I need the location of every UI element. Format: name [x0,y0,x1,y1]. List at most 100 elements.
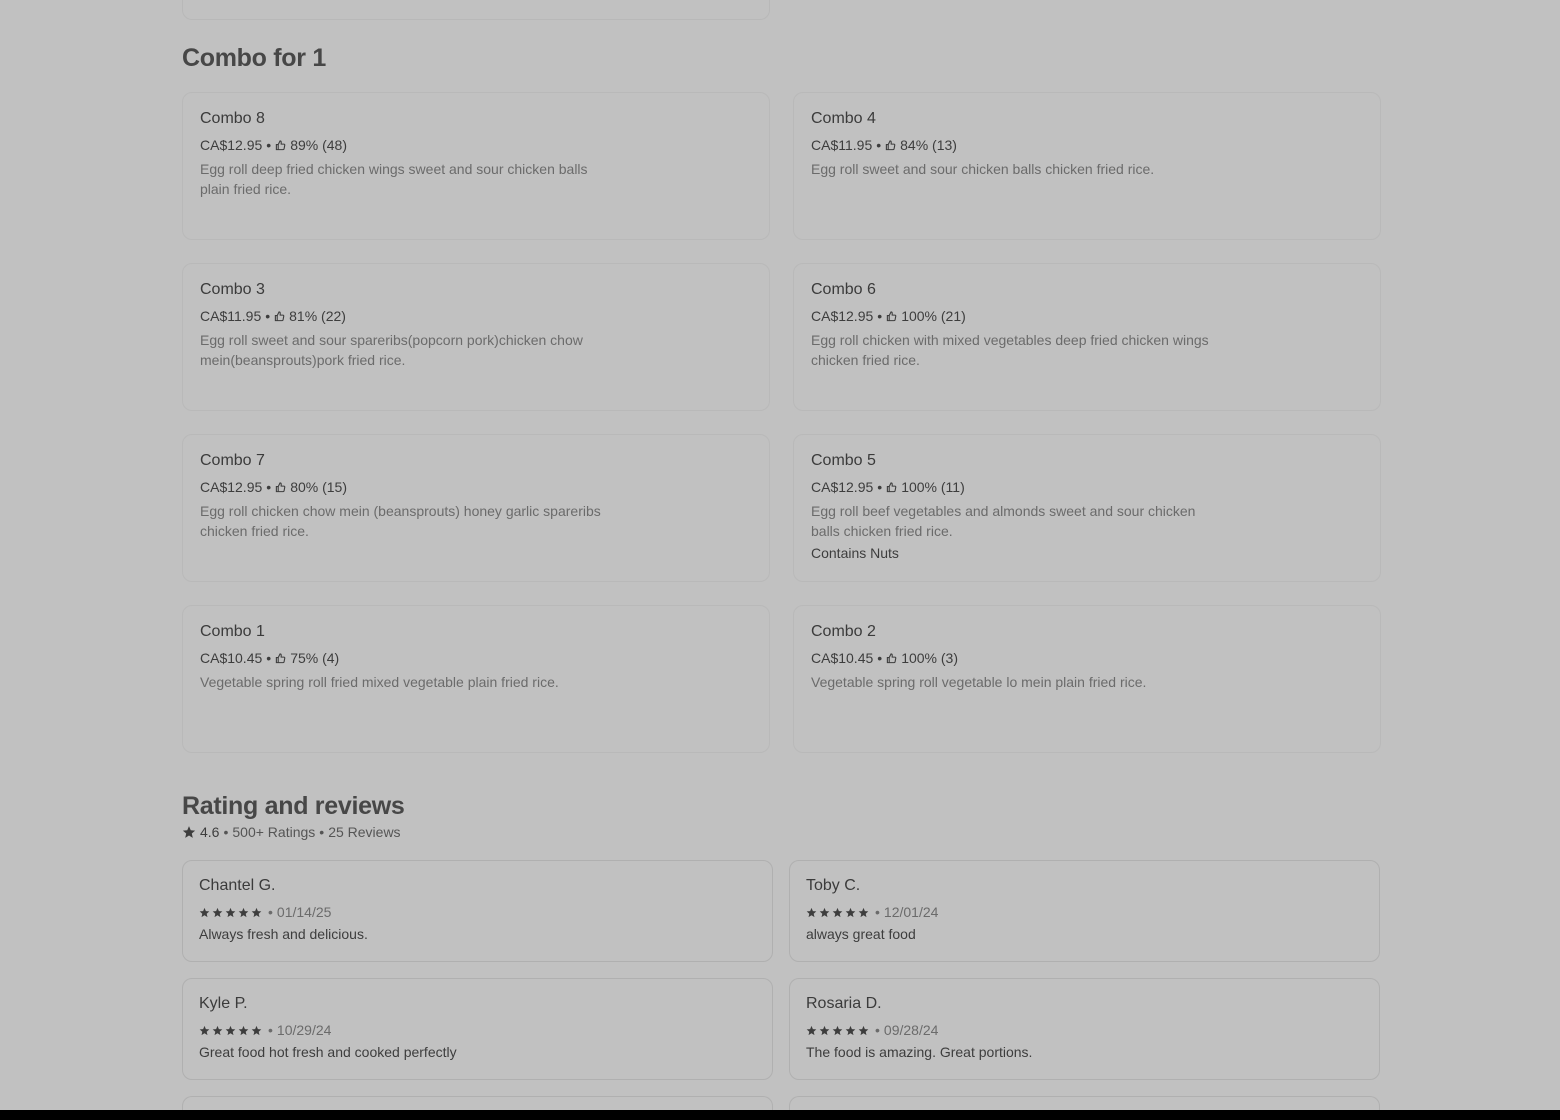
star-icon [845,907,856,917]
star-icon [182,826,196,838]
separator: • [876,137,882,153]
separator: • [319,824,325,840]
star-icon [832,1025,843,1035]
star-icon [819,907,830,917]
separator: • [875,1022,880,1038]
menu-item-name: Combo 6 [811,281,876,298]
menu-item-card[interactable]: Combo 5 CA$12.95 • 100% (11) Egg roll beef v… [793,434,1381,582]
menu-item-price: CA$12.95 [811,308,874,324]
separator: • [877,650,883,666]
star-icon [819,1025,830,1035]
star-icon [832,907,843,917]
thumbs-up-icon [885,139,896,150]
menu-item-meta: CA$11.95 • 84% (13) [811,135,1364,155]
menu-item-rating: 84% (13) [900,137,957,153]
separator: • [875,904,880,920]
bottom-edge [0,1110,1560,1120]
review-date: 10/29/24 [276,1022,332,1038]
review-stars: • 12/01/24 [806,902,1363,922]
star-icon [212,1025,223,1035]
menu-item-price: CA$11.95 [200,308,262,324]
menu-item-price: CA$11.95 [811,137,873,153]
separator: • [268,904,273,920]
review-date: 09/28/24 [883,1022,939,1038]
menu-item-price: CA$12.95 [200,479,263,495]
separator: • [877,308,883,324]
star-icon [806,1025,817,1035]
menu-item-description: Egg roll sweet and sour chicken balls ch… [811,161,1155,177]
star-icon [238,1025,249,1035]
review-stars: • 09/28/24 [806,1020,1363,1040]
star-icon [858,1025,869,1035]
star-icon [238,907,249,917]
star-icon [858,907,869,917]
menu-item-rating: 100% (11) [901,479,965,495]
thumbs-up-icon [887,481,897,492]
menu-item-name: Combo 4 [811,110,876,127]
menu-item-rating: 75% (4) [290,650,340,666]
separator: • [877,479,883,495]
separator: • [223,824,229,840]
menu-item-meta: CA$10.45 • 75% (4) [200,648,753,668]
menu-item-name: Combo 7 [200,452,265,469]
menu-item-tag: Contains Nuts [811,545,899,561]
menu-item-description: Egg roll beef vegetables and almonds swe… [811,503,1196,539]
menu-item-price: CA$10.45 [200,650,263,666]
review-author: Toby C. [806,877,861,894]
menu-item-card[interactable]: Combo 8 CA$12.95 • 89% (48) Egg roll deep fr… [182,92,770,240]
menu-item-card[interactable]: Combo 4 CA$11.95 • 84% (13) Egg roll sweet a… [793,92,1381,240]
menu-item-price: CA$12.95 [811,479,874,495]
review-card[interactable]: Kyle P. • 10/29/24 Great food hot fresh and… [182,978,773,1080]
review-author: Kyle P. [199,995,248,1012]
star-icon [845,1025,856,1035]
rating-score: 4.6 [200,824,220,840]
menu-item-card[interactable]: Combo 1 CA$10.45 • 75% (4) Vegetable spring … [182,605,770,753]
menu-item-meta: CA$12.95 • 89% (48) [200,135,753,155]
star-icon [225,1025,236,1035]
review-stars: • 01/14/25 [199,902,756,922]
star-icon [251,1025,262,1035]
review-card[interactable]: Chantel G. • 01/14/25 Always fresh and deli… [182,860,773,962]
menu-item-price: CA$12.95 [200,137,263,153]
menu-item-description: Egg roll chicken chow mein (beansprouts)… [200,503,601,539]
thumbs-up-icon [887,310,897,321]
star-icon [806,907,817,917]
thumbs-up-icon [276,652,286,663]
menu-item-meta: CA$11.95 • 81% (22) [200,306,753,326]
menu-item-card[interactable]: Combo 7 CA$12.95 • 80% (15) Egg roll chicken… [182,434,770,582]
review-text: always great food [806,926,916,942]
ratings-count: 500+ Ratings [232,824,316,840]
combo-section-title: Combo for 1 [182,44,326,72]
thumbs-up-icon [274,310,285,321]
menu-item-description: Vegetable spring roll vegetable lo mein … [811,674,1147,690]
review-card[interactable]: Rosaria D. • 09/28/24 The food is amazing. … [789,978,1380,1080]
review-date: 01/14/25 [276,904,332,920]
thumbs-up-icon [276,139,286,150]
star-icon [199,1025,210,1035]
review-text: Great food hot fresh and cooked perfectl… [199,1044,457,1060]
reviews-section-title: Rating and reviews [182,792,405,820]
menu-item-name: Combo 1 [200,623,265,640]
menu-item-meta: CA$10.45 • 100% (3) [811,648,1364,668]
menu-item-meta: CA$12.95 • 100% (21) [811,306,1364,326]
previous-menu-card[interactable] [182,0,770,20]
menu-item-card[interactable]: Combo 3 CA$11.95 • 81% (22) Egg roll sweet a… [182,263,770,411]
menu-item-card[interactable]: Combo 2 CA$10.45 • 100% (3) Vegetable spring… [793,605,1381,753]
menu-item-rating: 80% (15) [290,479,347,495]
menu-item-rating: 100% (21) [901,308,966,324]
star-icon [212,907,223,917]
menu-item-name: Combo 5 [811,452,876,469]
menu-item-price: CA$10.45 [811,650,874,666]
menu-item-description: Vegetable spring roll fried mixed vegeta… [200,674,559,690]
menu-item-card[interactable]: Combo 6 CA$12.95 • 100% (21) Egg roll chicke… [793,263,1381,411]
review-card[interactable]: Toby C. • 12/01/24 always great food [789,860,1380,962]
reviews-count: 25 Reviews [328,824,401,840]
menu-item-description: Egg roll sweet and sour spareribs(popcor… [200,332,583,368]
menu-item-description: Egg roll chicken with mixed vegetables d… [811,332,1209,368]
review-author: Chantel G. [199,877,276,894]
menu-item-meta: CA$12.95 • 100% (11) [811,477,1364,497]
menu-item-name: Combo 8 [200,110,265,127]
review-date: 12/01/24 [883,904,939,920]
thumbs-up-icon [887,652,897,663]
menu-item-name: Combo 2 [811,623,876,640]
